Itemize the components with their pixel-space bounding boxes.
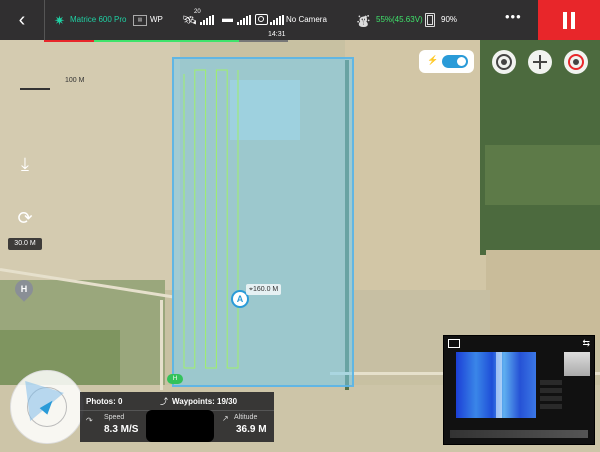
home-label: H — [20, 284, 28, 294]
mission-progress-bar — [94, 40, 240, 42]
camera-status: No Camera — [286, 15, 327, 24]
expand-icon[interactable] — [448, 339, 460, 348]
start-label: H — [172, 376, 178, 382]
segment-distance-label: ⌖160.0 M — [246, 284, 282, 295]
home-point-marker[interactable]: H — [11, 276, 37, 302]
target-icon — [568, 54, 584, 70]
photo-count: Photos: 0 — [86, 397, 123, 406]
crosshair-icon — [496, 54, 512, 70]
locate-aircraft-button[interactable] — [492, 50, 516, 74]
more-menu-button[interactable]: ••• — [505, 9, 522, 24]
flight-mode-icon: ▦ — [133, 15, 147, 26]
satellite-icon: 🛰 — [182, 13, 198, 27]
lightning-icon: ⚡ — [427, 55, 439, 65]
compass-radar[interactable] — [10, 370, 84, 444]
altitude-label: Altitude — [234, 414, 258, 421]
aircraft-battery-icon: ⛇ — [357, 14, 371, 29]
pause-mission-button[interactable] — [538, 0, 600, 40]
thermal-palette-bar — [450, 430, 588, 438]
chevron-left-icon: ‹ — [18, 8, 26, 31]
start-point-marker[interactable]: H — [167, 374, 183, 384]
telemetry-panel: Photos: 0 ⤴ Waypoints: 19/30 ↷ Speed 8.3… — [80, 392, 274, 442]
aircraft-battery-level: 55%(45.63V) — [376, 15, 423, 24]
waypoint-icon: ⤴ — [160, 397, 168, 406]
takeoff-altitude-label: 30.0 M — [8, 238, 42, 250]
gps-signal-icon — [200, 15, 214, 25]
thermal-stats-panel — [540, 352, 590, 418]
speed-label: Speed — [104, 414, 125, 421]
waypoint-count: Waypoints: 19/30 — [172, 397, 238, 406]
video-signal-icon — [270, 15, 284, 25]
speed-icon: ↷ — [86, 416, 93, 425]
takeoff-button[interactable]: ⤓ — [14, 153, 36, 175]
mission-progress-start — [44, 40, 94, 42]
redacted-region — [146, 410, 214, 442]
pause-icon — [571, 11, 575, 29]
swap-view-icon[interactable]: ⇆ — [582, 338, 590, 349]
back-button[interactable]: ‹ — [0, 0, 45, 40]
remote-controller-icon: ▬ — [222, 13, 233, 25]
recenter-home-button[interactable] — [564, 50, 588, 74]
distance-value: 160.0 M — [252, 286, 279, 293]
camera-icon — [255, 14, 268, 25]
top-status-bar: ‹ ✷ Matrice 600 Pro ▦ WP 🛰 20 ▬ No Camer… — [0, 0, 600, 40]
altitude-value: 36.9 M — [236, 424, 267, 435]
map-grid-icon — [533, 55, 547, 69]
thumbnail-image — [564, 352, 590, 376]
drone-icon: ✷ — [54, 13, 65, 28]
pause-icon — [563, 11, 567, 29]
scale-bar — [20, 88, 50, 90]
stat-row — [540, 396, 562, 401]
stat-row — [540, 388, 562, 393]
flight-line — [183, 69, 239, 369]
altitude-icon: ↗ — [222, 414, 229, 423]
telemetry-row: Photos: 0 ⤴ Waypoints: 19/30 — [80, 392, 274, 411]
stat-row — [540, 404, 562, 409]
map-mode-toggle-panel: ⚡ — [419, 50, 474, 73]
takeoff-icon: ⤓ — [21, 154, 29, 174]
rc-battery-icon — [425, 13, 435, 27]
speed-value: 8.3 M/S — [104, 424, 139, 435]
flight-mode: WP — [150, 15, 163, 24]
map-layer-button[interactable] — [528, 50, 552, 74]
stat-row — [540, 380, 562, 385]
rc-signal-icon — [237, 15, 251, 25]
map-mode-toggle[interactable] — [442, 55, 468, 68]
rc-battery-level: 90% — [441, 15, 458, 24]
return-home-icon: ⟳ — [17, 208, 33, 228]
camera-preview-inset[interactable]: ⇆ — [443, 335, 595, 445]
thermal-image — [456, 352, 536, 418]
flight-time: 14:31 — [268, 31, 286, 38]
return-home-button[interactable]: ⟳ — [14, 207, 36, 229]
aircraft-name[interactable]: Matrice 600 Pro — [70, 15, 126, 24]
scale-label: 100 M — [65, 77, 85, 84]
